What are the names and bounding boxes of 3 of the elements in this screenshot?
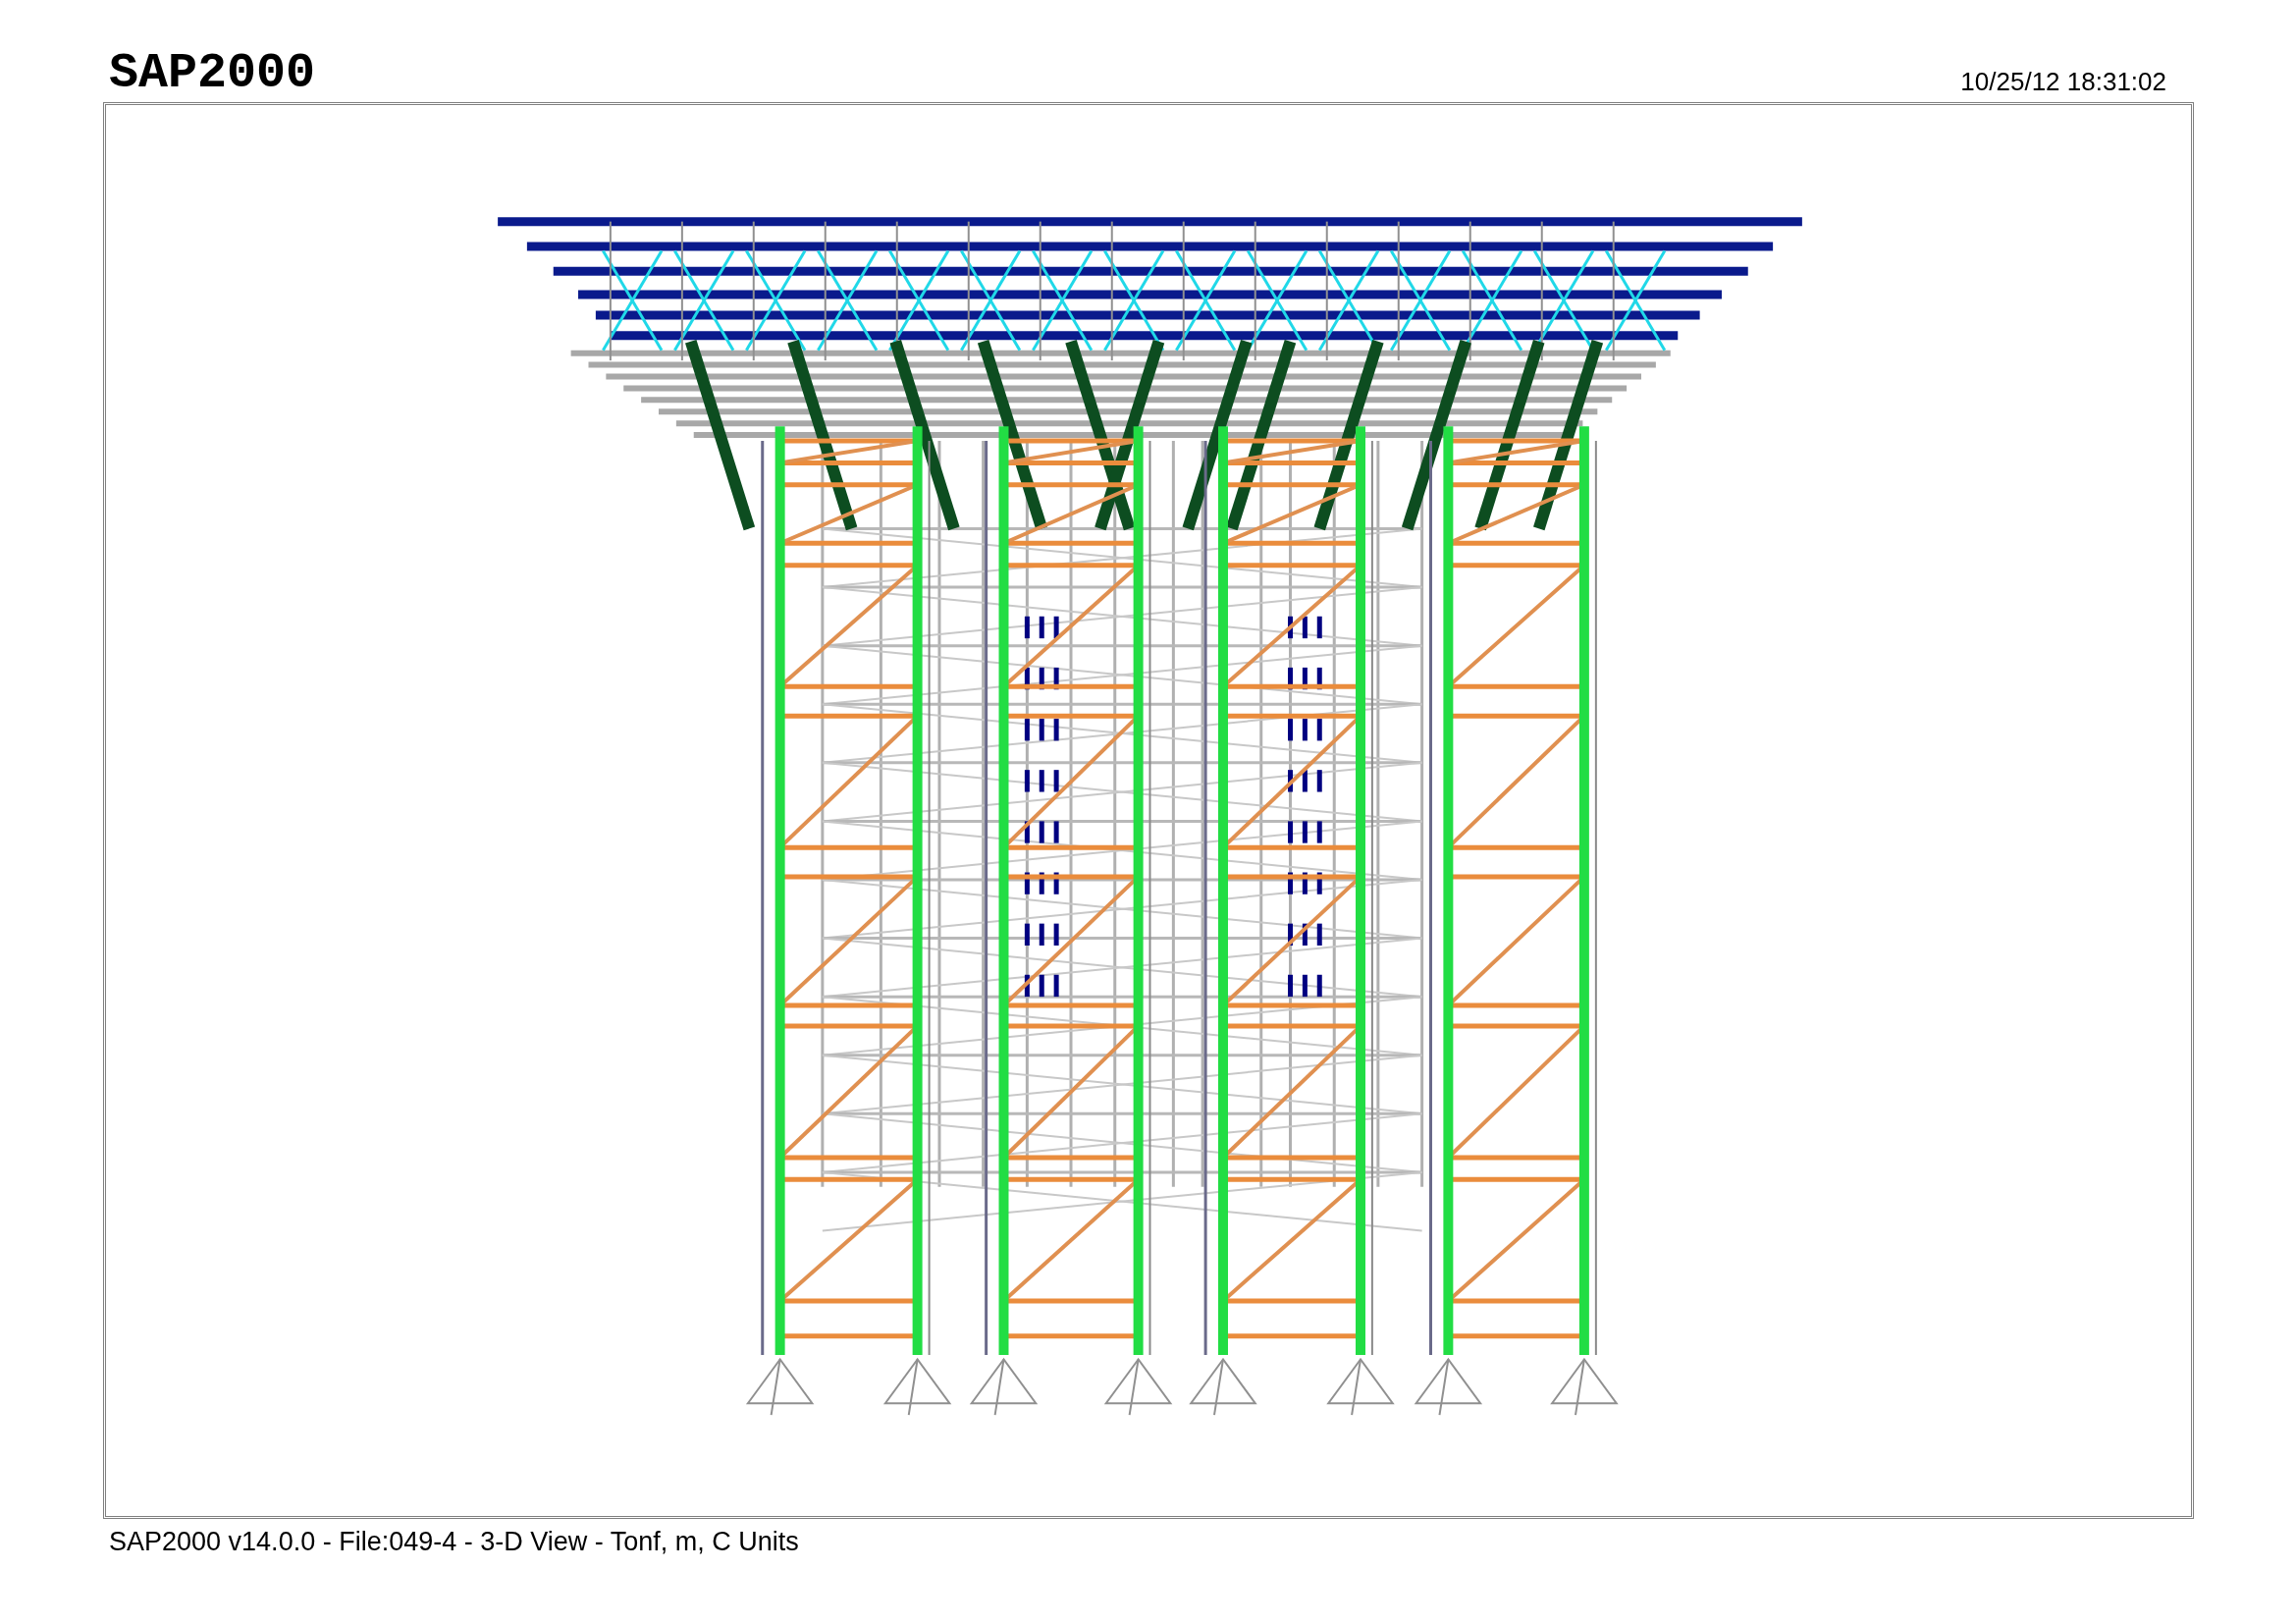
program-title: SAP2000	[109, 49, 316, 98]
footer-caption: SAP2000 v14.0.0 - File:049-4 - 3-D View - Tonf, m, C Units	[108, 1526, 800, 1557]
timestamp: 10/25/12 18:31:02	[1960, 69, 2166, 98]
